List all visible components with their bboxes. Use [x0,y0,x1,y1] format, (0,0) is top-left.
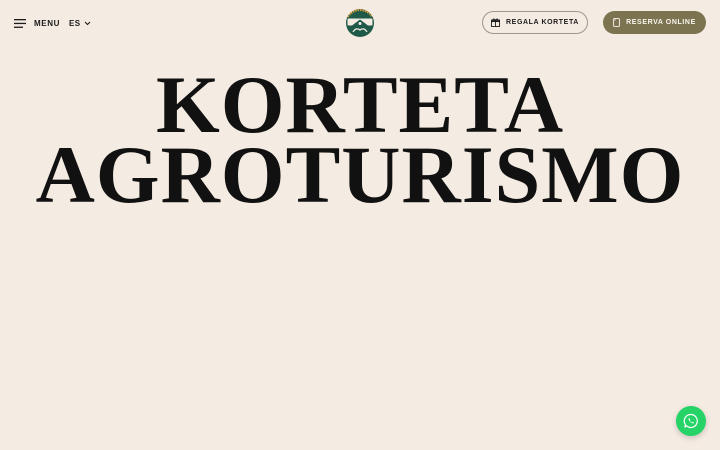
whatsapp-icon [683,413,698,429]
menu-label: MENU [34,18,60,28]
menu-button[interactable]: MENU [14,14,60,32]
korteta-logo[interactable] [343,5,377,41]
whatsapp-button[interactable] [676,406,706,436]
hamburger-icon [14,18,26,28]
chevron-down-icon [85,21,91,25]
reserve-online-label: RESERVA ONLINE [626,19,696,26]
language-selector[interactable]: ES [69,14,91,32]
site-header: MENU ES REGALA KORTETA RESERVA ONLINE [0,0,720,46]
hero-title-line-2: AGROTURISMO [35,129,685,220]
gift-icon [491,18,500,27]
bookmark-icon [613,18,620,27]
gift-korteta-button[interactable]: REGALA KORTETA [482,11,588,34]
hero-title: KORTETA AGROTURISMO [0,64,720,220]
language-label: ES [69,18,81,28]
reserve-online-button[interactable]: RESERVA ONLINE [603,11,706,34]
gift-korteta-label: REGALA KORTETA [506,19,579,26]
